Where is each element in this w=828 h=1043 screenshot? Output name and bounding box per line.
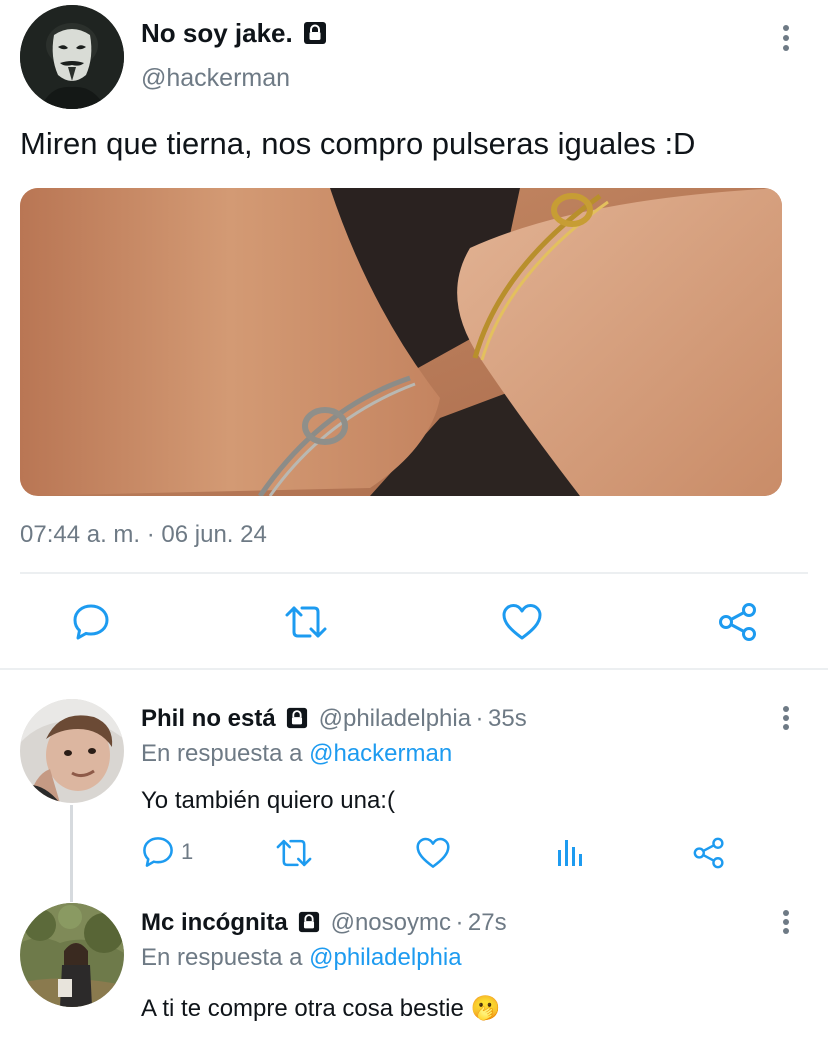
more-options-icon[interactable] (774, 704, 798, 739)
retweet-icon (276, 839, 312, 867)
reply-header: Mc incógnita @nosoymc · 27s (141, 909, 507, 938)
heart-icon (416, 837, 450, 868)
hand-over-mouth-emoji-icon: 🫢 (470, 995, 501, 1022)
bracelets-photo-icon (20, 188, 782, 496)
more-options-icon[interactable] (774, 908, 798, 943)
reply-author-handle[interactable]: @nosoymc (331, 909, 451, 936)
reply-time: 27s (467, 909, 507, 936)
reply-mention[interactable]: @hackerman (309, 740, 452, 767)
reply-header: Phil no está @philadelphia · 35s (141, 705, 527, 734)
tweet-photo[interactable] (20, 188, 782, 496)
share-icon (693, 837, 724, 869)
reply-text: A ti te compre otra cosa bestie (141, 995, 464, 1022)
reply-mention[interactable]: @philadelphia (309, 944, 461, 971)
author-name-row: No soy jake. (141, 18, 327, 50)
tweet-text: Miren que tierna, nos compro pulseras ig… (20, 126, 696, 161)
share-icon (719, 603, 756, 641)
more-options-icon[interactable] (774, 22, 798, 59)
tweet-timestamp[interactable]: 07:44 a. m. · 06 jun. 24 (20, 521, 267, 549)
reply-author-name[interactable]: Mc incógnita (141, 909, 288, 936)
share-button[interactable] (716, 600, 760, 644)
reply-prefix: En respuesta a (141, 944, 303, 971)
reply-text-row: A ti te compre otra cosa bestie 🫢 (141, 994, 500, 1023)
person-avatar-icon (20, 699, 124, 803)
author-name[interactable]: No soy jake. (141, 18, 293, 48)
retweet-button[interactable] (275, 836, 313, 875)
divider-top (20, 572, 808, 574)
in-reply-to: En respuesta a @philadelphia (141, 944, 462, 972)
reply-time: 35s (488, 705, 527, 732)
retweet-icon (285, 606, 327, 638)
lock-icon (303, 21, 327, 50)
reply-button[interactable] (69, 600, 113, 644)
heart-icon (502, 604, 542, 640)
author-handle[interactable]: @hackerman (141, 64, 290, 93)
reply-author-name[interactable]: Phil no está (141, 705, 276, 732)
analytics-button[interactable] (556, 838, 584, 873)
reply-separator: · (475, 705, 484, 732)
lock-icon (286, 707, 308, 734)
like-button[interactable] (415, 836, 451, 875)
reply-icon (73, 604, 109, 640)
reply-avatar-mc[interactable] (20, 903, 124, 1007)
analytics-icon (558, 840, 582, 866)
lock-icon (298, 911, 320, 938)
reply-avatar-phil[interactable] (20, 699, 124, 803)
reply-count: 1 (181, 839, 194, 864)
person-outdoors-avatar-icon (20, 903, 124, 1007)
in-reply-to: En respuesta a @hackerman (141, 740, 452, 768)
author-avatar[interactable] (20, 5, 124, 109)
reply-text: Yo también quiero una:( (141, 787, 395, 814)
like-button[interactable] (500, 600, 544, 644)
reply-author-handle[interactable]: @philadelphia (319, 705, 471, 732)
retweet-button[interactable] (284, 600, 328, 644)
reply-button[interactable]: 1 (141, 835, 193, 869)
share-button[interactable] (692, 836, 726, 875)
thread-line (70, 805, 73, 902)
reply-separator: · (455, 909, 464, 936)
reply-icon (143, 837, 173, 867)
anonymous-mask-avatar-icon (20, 5, 124, 109)
reply-prefix: En respuesta a (141, 740, 303, 767)
divider-bottom (0, 668, 828, 670)
